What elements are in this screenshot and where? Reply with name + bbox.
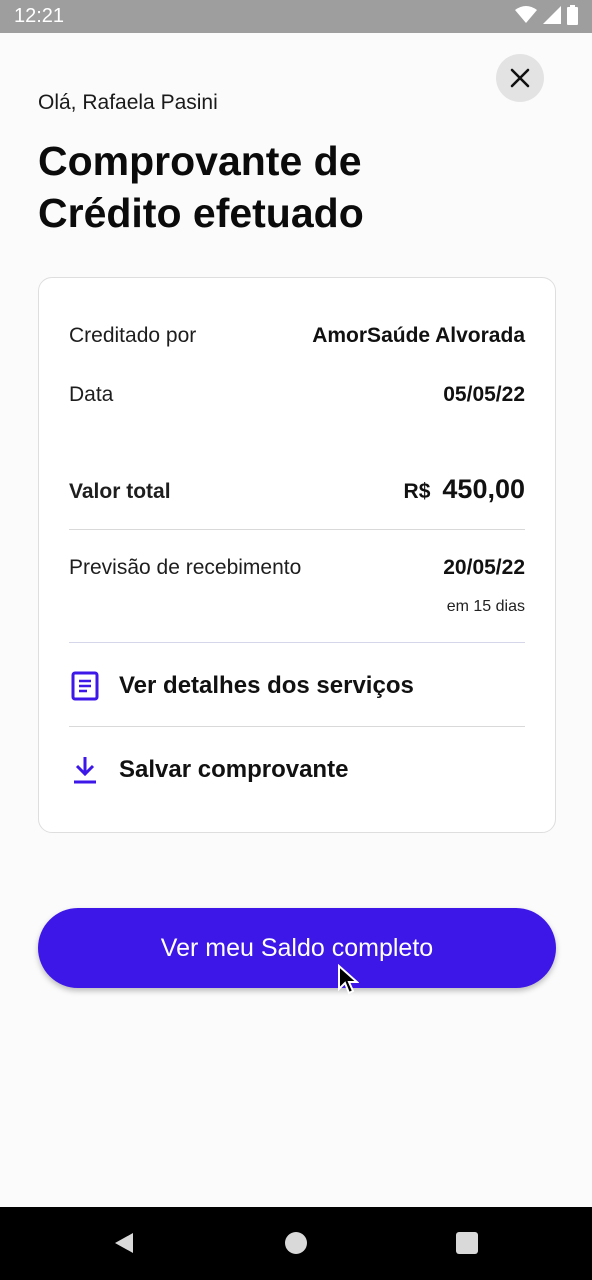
date-value: 05/05/22 xyxy=(443,383,525,406)
total-row: Valor total R$ 450,00 xyxy=(69,474,525,505)
download-icon xyxy=(69,754,101,786)
close-icon xyxy=(510,68,530,88)
save-receipt-button[interactable]: Salvar comprovante xyxy=(69,745,525,795)
divider xyxy=(69,726,525,727)
document-list-icon xyxy=(69,670,101,702)
total-currency: R$ xyxy=(403,480,431,503)
wifi-icon xyxy=(515,6,537,23)
total-amount: 450,00 xyxy=(442,474,525,504)
total-label: Valor total xyxy=(69,480,171,503)
total-value: R$ 450,00 xyxy=(404,474,525,505)
signal-icon xyxy=(543,6,561,24)
date-label: Data xyxy=(69,383,114,406)
credited-by-row: Creditado por AmorSaúde Alvorada xyxy=(69,324,525,348)
divider xyxy=(69,642,525,643)
close-button[interactable] xyxy=(496,54,544,102)
forecast-value: 20/05/22 xyxy=(443,556,525,579)
system-nav-bar xyxy=(0,1207,592,1280)
status-icons xyxy=(515,5,578,25)
forecast-row: Previsão de recebimento 20/05/22 xyxy=(69,556,525,580)
battery-icon xyxy=(567,5,578,25)
forecast-note: em 15 dias xyxy=(446,598,525,615)
view-service-details-button[interactable]: Ver detalhes dos serviços xyxy=(69,661,525,711)
view-full-balance-label: Ver meu Saldo completo xyxy=(160,933,434,962)
greeting-text: Olá, Rafaela Pasini xyxy=(38,91,218,114)
recents-icon[interactable] xyxy=(456,1232,478,1254)
status-time: 12:21 xyxy=(14,5,65,27)
credited-by-label: Creditado por xyxy=(69,324,197,347)
receipt-screen: Olá, Rafaela Pasini Comprovante de Crédi… xyxy=(0,33,592,1207)
save-receipt-label: Salvar comprovante xyxy=(119,756,349,783)
back-icon[interactable] xyxy=(112,1231,136,1255)
page-title: Comprovante de Crédito efetuado xyxy=(38,138,364,236)
divider xyxy=(69,529,525,530)
home-icon[interactable] xyxy=(285,1232,307,1254)
receipt-card: Creditado por AmorSaúde Alvorada Data 05… xyxy=(38,277,556,833)
date-row: Data 05/05/22 xyxy=(69,383,525,407)
status-bar: 12:21 xyxy=(0,0,592,33)
view-service-details-label: Ver detalhes dos serviços xyxy=(119,672,414,699)
forecast-label: Previsão de recebimento xyxy=(69,556,302,579)
view-full-balance-button[interactable]: Ver meu Saldo completo xyxy=(38,908,556,988)
mouse-pointer-icon xyxy=(338,964,359,995)
credited-by-value: AmorSaúde Alvorada xyxy=(312,324,525,347)
